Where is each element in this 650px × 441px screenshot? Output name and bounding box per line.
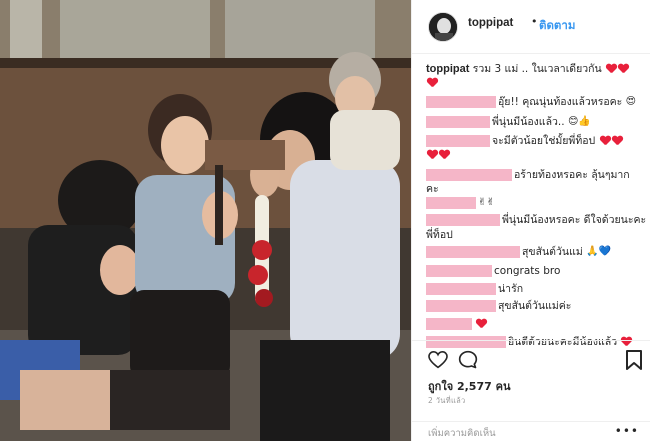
add-comment-input[interactable]: เพิ่มความคิดเห็น — [428, 426, 496, 441]
actions-bar: ถูกใจ 2,577 คน 2 วันที่แล้ว เพิ่มความคิด… — [412, 340, 650, 440]
username-mask — [426, 246, 520, 258]
photo-illustration — [0, 0, 411, 441]
heart-emoji — [476, 319, 487, 329]
username-mask — [426, 300, 496, 312]
header-username[interactable]: toppipat — [468, 17, 513, 29]
caption-heart-line — [426, 76, 438, 90]
avatar[interactable] — [428, 12, 458, 42]
username-mask — [426, 214, 500, 226]
comment-emoji: 🙏💙 — [586, 246, 612, 257]
comment-emoji: 😍 — [625, 96, 637, 107]
comment-9: น่ารัก — [498, 282, 523, 296]
heart-emoji — [427, 78, 438, 88]
add-comment-bar: เพิ่มความคิดเห็น ••• — [412, 421, 650, 441]
comment-8: congrats bro — [494, 264, 560, 278]
username-mask — [426, 318, 472, 330]
comment-3-hearts — [426, 148, 450, 162]
comment-1: อุ๊ย!! คุณนุ่นท้องแล้วหรอคะ 😍 — [498, 95, 636, 109]
comment-text: congrats bro — [494, 265, 561, 277]
comment-10: สุขสันต์วันแม่ค่ะ — [498, 299, 571, 313]
post-photo[interactable] — [0, 0, 411, 441]
caption: toppipat รวม 3 แม่ .. ในเวลาเดียวกัน — [426, 62, 629, 76]
comment-text: สุขสันต์วันแม่ค่ะ — [498, 300, 572, 312]
comment-5: ✌✌ — [478, 196, 495, 210]
comment-icon[interactable] — [458, 350, 478, 370]
comment-text: สุขสันต์วันแม่ — [522, 246, 583, 258]
header-separator: • — [531, 15, 538, 28]
bookmark-icon[interactable] — [626, 350, 642, 370]
comment-4-cont: คะ — [426, 182, 439, 196]
heart-icon[interactable] — [428, 351, 448, 369]
comment-text: พี่นุ่นมีน้องแล้ว.. — [492, 116, 565, 128]
username-mask — [426, 265, 492, 277]
comment-4: อร้ายท้องหรอคะ ลุ้นๆมาก — [514, 168, 630, 182]
likes-count[interactable]: ถูกใจ 2,577 คน — [428, 377, 510, 395]
caption-text: รวม 3 แม่ .. ในเวลาเดียวกัน — [472, 63, 602, 75]
username-mask — [426, 135, 490, 147]
caption-username[interactable]: toppipat — [426, 63, 469, 75]
comment-emoji: 😊👍 — [567, 116, 591, 127]
heart-emoji — [600, 136, 611, 146]
more-icon[interactable]: ••• — [615, 424, 639, 438]
username-mask — [426, 116, 490, 128]
comment-text: จะมีตัวน้อยใช่มั้ยพี่ท็อป — [492, 135, 596, 147]
comment-2: พี่นุ่นมีน้องแล้ว.. 😊👍 — [492, 115, 591, 129]
username-mask — [426, 96, 496, 108]
comment-6-cont: พี่ท็อป — [426, 228, 453, 242]
comment-text: พี่นุ่นมีน้องหรอคะ ดีใจด้วยนะคะ — [502, 214, 647, 226]
heart-emoji — [606, 64, 617, 74]
comment-text: อร้ายท้องหรอคะ ลุ้นๆมาก — [514, 169, 630, 181]
username-mask — [426, 197, 476, 209]
post-header: toppipat • ติดตาม — [412, 0, 650, 54]
heart-emoji — [427, 150, 438, 160]
comment-text: น่ารัก — [498, 283, 524, 295]
heart-emoji — [439, 150, 450, 160]
heart-emoji — [618, 64, 629, 74]
comment-emoji: ✌✌ — [478, 197, 495, 208]
heart-emoji — [612, 136, 623, 146]
username-mask — [426, 169, 512, 181]
comment-text-cont: พี่ท็อป — [426, 229, 453, 241]
post-time[interactable]: 2 วันที่แล้ว — [428, 395, 465, 407]
username-mask — [426, 283, 496, 295]
comment-7: สุขสันต์วันแม่ 🙏💙 — [522, 245, 611, 259]
comment-3: จะมีตัวน้อยใช่มั้ยพี่ท็อป — [492, 134, 623, 148]
comment-text-cont: คะ — [426, 183, 439, 195]
follow-button[interactable]: ติดตาม — [539, 17, 575, 35]
comment-6: พี่นุ่นมีน้องหรอคะ ดีใจด้วยนะคะ — [502, 213, 646, 227]
post-panel: toppipat • ติดตาม toppipat รวม 3 แม่ .. … — [411, 0, 650, 441]
comment-11 — [475, 317, 487, 331]
comment-text: อุ๊ย!! คุณนุ่นท้องแล้วหรอคะ — [498, 96, 623, 108]
